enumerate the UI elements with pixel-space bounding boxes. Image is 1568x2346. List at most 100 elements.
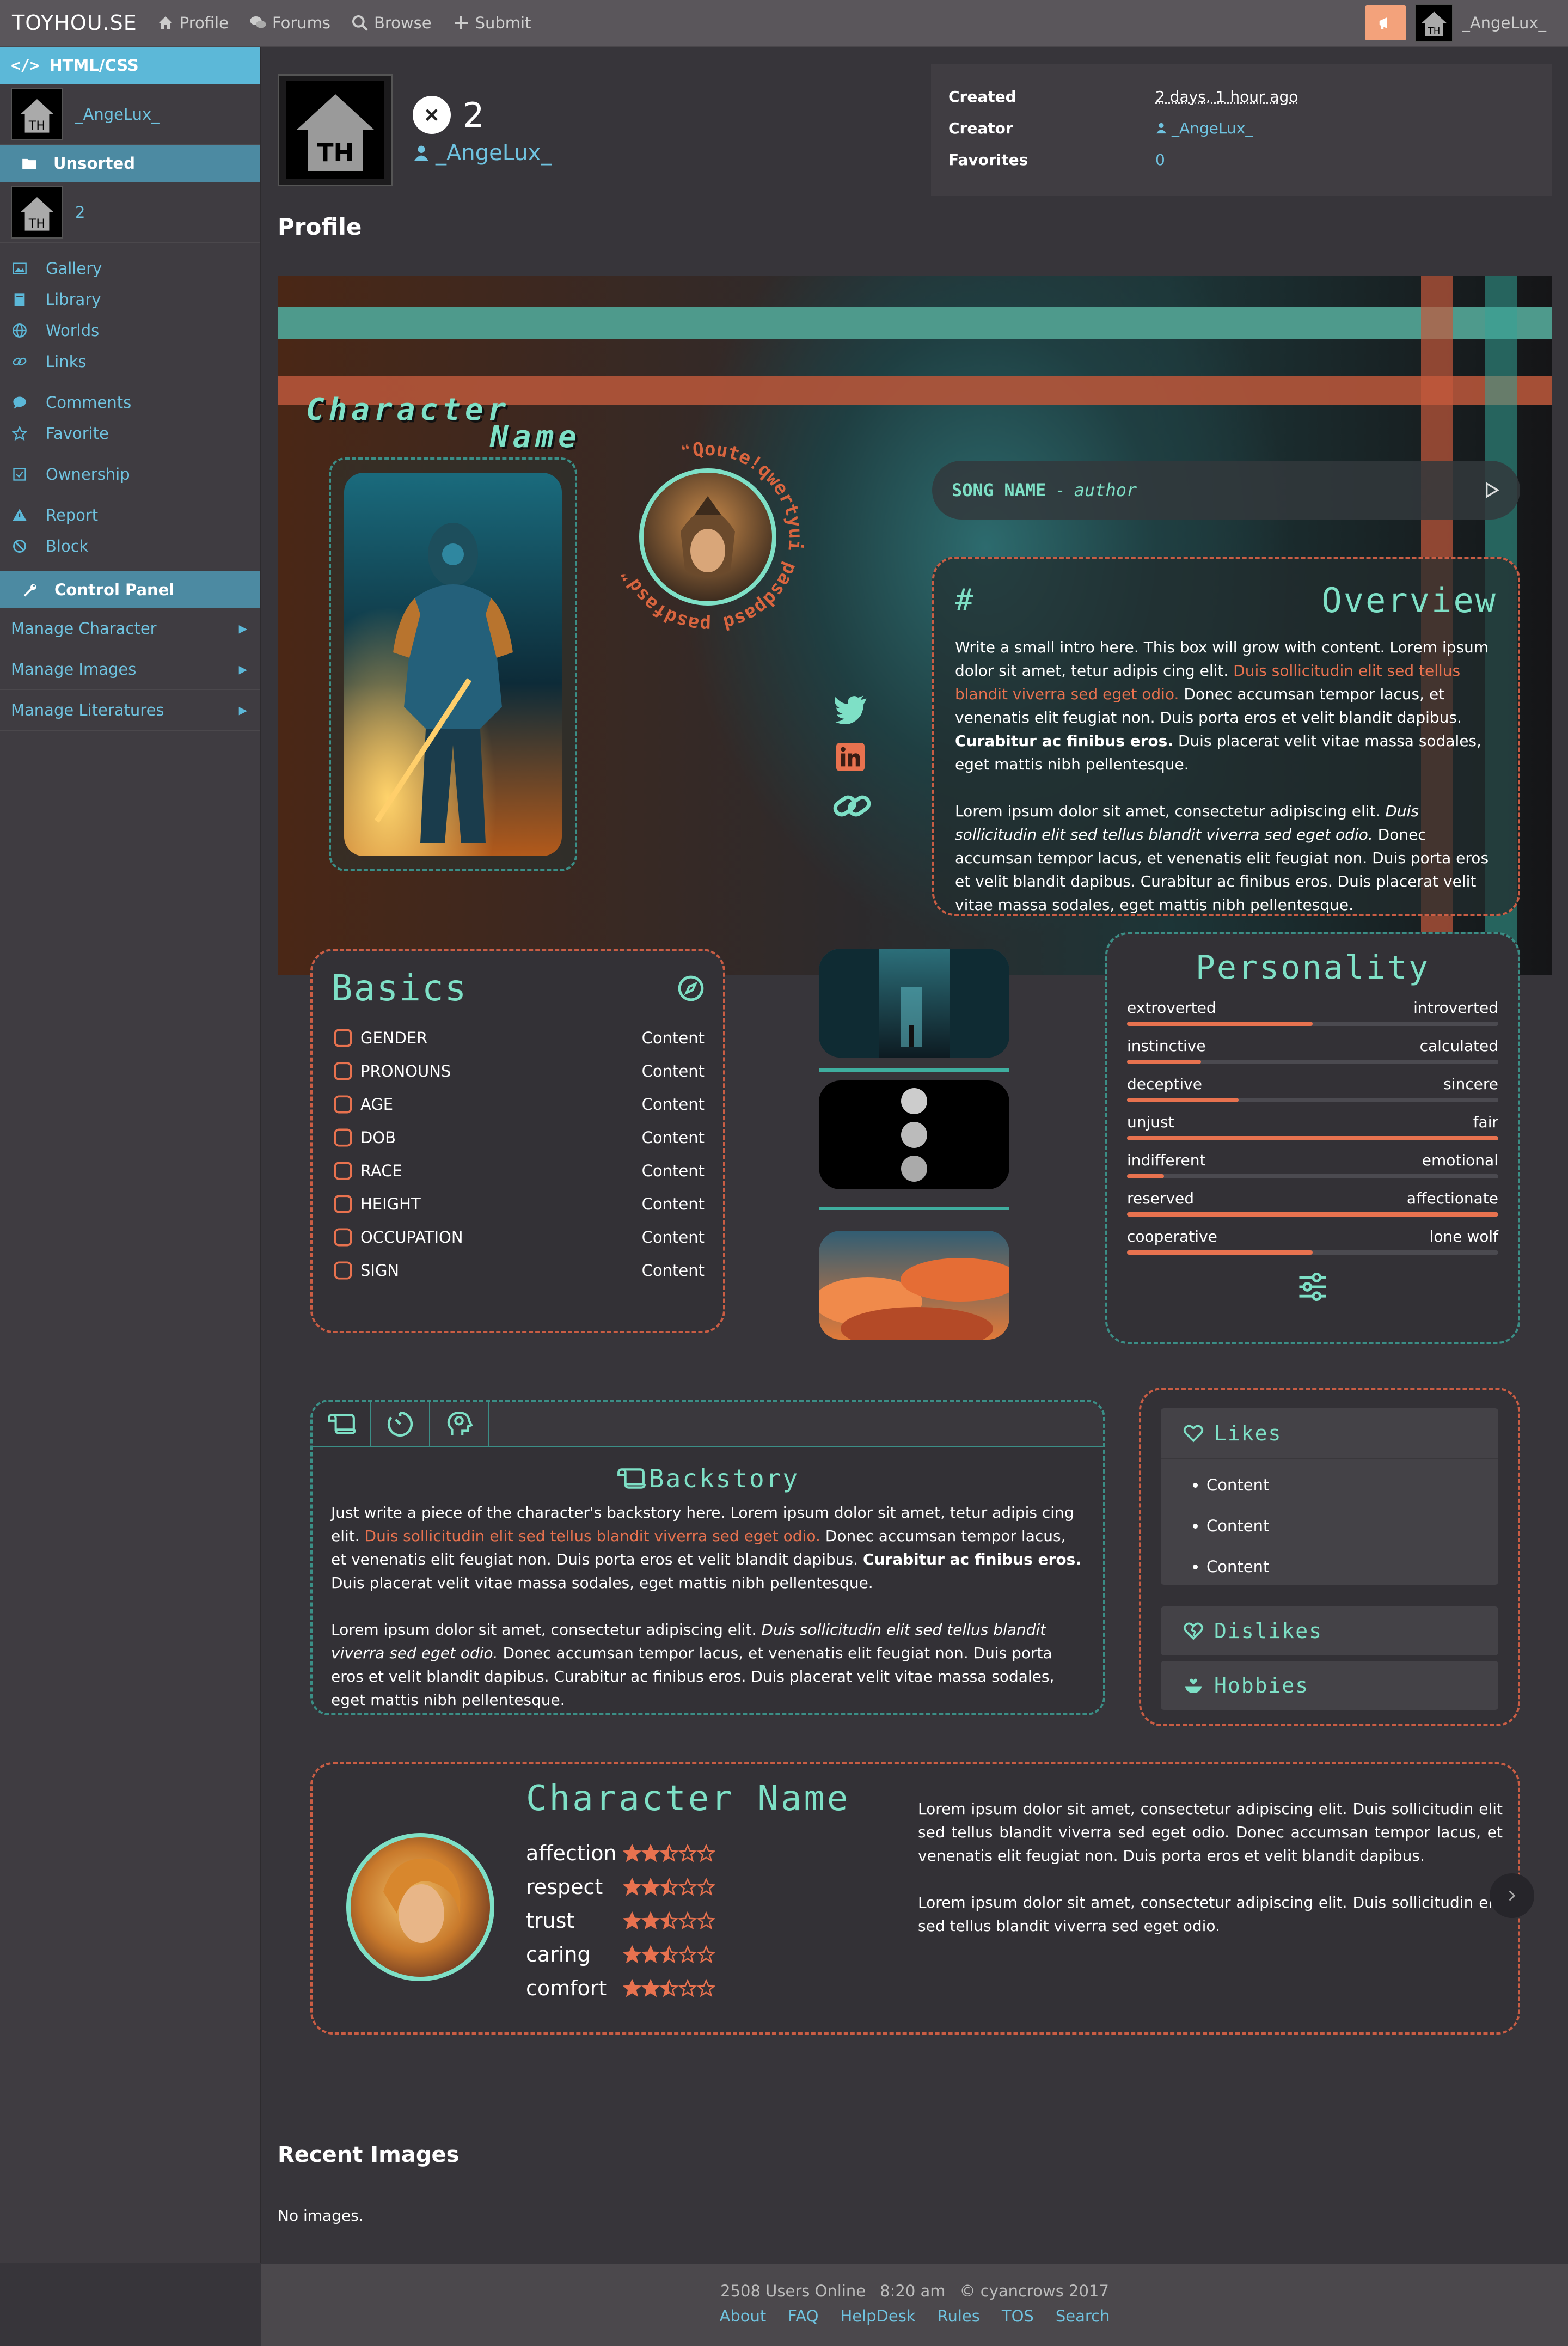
footer-link-search[interactable]: Search	[1056, 2307, 1110, 2325]
personality-row: unjust fair	[1127, 1113, 1498, 1151]
sidebar-item-links[interactable]: Links	[0, 346, 260, 377]
sidebar-item-library[interactable]: Library	[0, 284, 260, 315]
hourglass-icon	[334, 1162, 352, 1180]
megaphone-icon	[1380, 17, 1387, 29]
basics-label: GENDER	[360, 1028, 428, 1047]
sidebar-manage-images[interactable]: Manage Images ▶	[0, 649, 260, 690]
hobbies-header[interactable]: Hobbies	[1161, 1661, 1498, 1710]
user-avatar[interactable]: TH	[1415, 4, 1454, 42]
nav-browse[interactable]: Browse	[351, 14, 432, 32]
moon-phases-image[interactable]	[819, 1080, 1009, 1189]
created-label: Created	[948, 87, 1016, 106]
sidebar-folder-unsorted[interactable]: Unsorted	[0, 145, 260, 182]
basics-value: Content	[641, 1028, 705, 1047]
user-avatar: TH	[11, 88, 63, 140]
play-icon[interactable]	[1483, 481, 1500, 499]
caret-right-icon: ▶	[238, 704, 247, 717]
dislikes-title: Dislikes	[1214, 1619, 1323, 1643]
sidebar-control-panel-header[interactable]: Control Panel	[0, 571, 260, 608]
dislikes-header[interactable]: Dislikes	[1161, 1606, 1498, 1655]
profile-heading: Profile	[278, 213, 362, 240]
caret-right-icon: ▶	[238, 663, 247, 676]
footer-link-faq[interactable]: FAQ	[788, 2307, 818, 2325]
close-character-button[interactable]	[413, 96, 451, 134]
tab-brain[interactable]	[430, 1402, 489, 1446]
profile-canvas: Character Name ❝Qoute!qwertyui pasdpasd …	[278, 276, 1552, 978]
next-slide-button[interactable]	[1490, 1873, 1534, 1918]
city-alley-image[interactable]	[819, 949, 1009, 1058]
footer-link-rules[interactable]: Rules	[938, 2307, 980, 2325]
twitter-icon[interactable]	[834, 695, 868, 724]
tab-backstory[interactable]	[313, 1402, 371, 1446]
sidebar-item-comments[interactable]: Comments	[0, 387, 260, 418]
sidebar-username: _AngeLux_	[75, 105, 160, 124]
character-owner-link[interactable]: _AngeLux_	[413, 140, 552, 166]
footer-link-about[interactable]: About	[720, 2307, 767, 2325]
footer-link-helpdesk[interactable]: HelpDesk	[840, 2307, 915, 2325]
trait-bar	[1127, 1136, 1498, 1140]
tab-timeline[interactable]	[371, 1402, 430, 1446]
nav-forums[interactable]: Forums	[249, 14, 330, 32]
sidebar-manage-literatures[interactable]: Manage Literatures ▶	[0, 690, 260, 731]
sidebar-character[interactable]: TH 2	[0, 182, 260, 243]
nav-profile[interactable]: Profile	[157, 14, 229, 32]
comments-icon	[250, 16, 266, 28]
likes-item: Content	[1206, 1506, 1498, 1547]
sidebar-html-css-header[interactable]: </> HTML/CSS	[0, 47, 260, 84]
sidebar-item-report[interactable]: Report	[0, 499, 260, 530]
basics-label: HEIGHT	[360, 1194, 421, 1213]
basics-label: RACE	[360, 1161, 402, 1180]
trait-left: unjust	[1127, 1113, 1174, 1131]
rating-star-icon	[678, 1979, 697, 1997]
sidebar-item-block[interactable]: Block	[0, 530, 260, 561]
notifications-button[interactable]	[1365, 5, 1407, 40]
link-icon[interactable]	[833, 790, 871, 822]
character-avatar[interactable]: TH	[278, 74, 393, 186]
sidebar-item-favorite[interactable]: Favorite	[0, 418, 260, 449]
teal-stripe	[278, 307, 1552, 339]
favorites-value[interactable]: 0	[1155, 151, 1165, 169]
basics-row: OCCUPATION Content	[331, 1220, 705, 1254]
nav-submit[interactable]: Submit	[452, 14, 531, 32]
rating-star-icon	[697, 1878, 715, 1896]
likes-header[interactable]: Likes	[1161, 1408, 1498, 1459]
basics-value: Content	[641, 1128, 705, 1147]
user-icon	[1156, 123, 1167, 134]
relation-stat-row: trust	[526, 1904, 715, 1938]
ruler-icon	[334, 1195, 352, 1213]
toyhouse-avatar-icon: TH	[20, 99, 54, 133]
basics-row: AGE Content	[331, 1088, 705, 1121]
overview-paragraph-1: Write a small intro here. This box will …	[955, 638, 1489, 773]
svg-text:TH: TH	[28, 217, 46, 231]
personality-list: extroverted introverted instinctive calcula…	[1127, 999, 1498, 1266]
basics-value: Content	[641, 1261, 705, 1280]
topbar-username[interactable]: _AngeLux_	[1462, 14, 1546, 32]
sliders-icon[interactable]	[1296, 1272, 1329, 1302]
site-logo[interactable]: TOYHOU.SE	[12, 11, 137, 35]
footer-link-tos[interactable]: TOS	[1002, 2307, 1034, 2325]
linkedin-icon[interactable]	[836, 743, 865, 771]
basics-row: DOB Content	[331, 1121, 705, 1154]
sidebar-user[interactable]: TH _AngeLux_	[0, 84, 260, 145]
sidebar-item-ownership[interactable]: Ownership	[0, 459, 260, 490]
sunset-clouds-image[interactable]	[819, 1231, 1009, 1340]
scroll-icon	[328, 1414, 356, 1434]
creator-link[interactable]: _AngeLux_	[1155, 119, 1253, 137]
svg-text:TH: TH	[1428, 26, 1441, 36]
sidebar-manage-character[interactable]: Manage Character ▶	[0, 608, 260, 649]
sidebar-item-worlds[interactable]: Worlds	[0, 315, 260, 346]
basics-row: SIGN Content	[331, 1254, 705, 1287]
link-icon	[13, 357, 27, 365]
rating-star-icon	[623, 1945, 641, 1964]
relation-avatar-image[interactable]	[345, 1832, 495, 1982]
sidebar: </> HTML/CSS TH _AngeLux_ Unsorted TH 2 …	[0, 47, 261, 2263]
personality-row: cooperative lone wolf	[1127, 1227, 1498, 1266]
trait-bar-fill	[1127, 1174, 1165, 1178]
relation-stat-label: respect	[526, 1875, 603, 1899]
divider	[819, 1207, 1009, 1210]
canvas-title-line2: Name	[490, 419, 581, 455]
sidebar-item-gallery[interactable]: Gallery	[0, 253, 260, 284]
relation-paragraph-2: Lorem ipsum dolor sit amet, consectetur …	[918, 1893, 1503, 1935]
rating-star-icon	[623, 1911, 641, 1930]
knight-portrait-image[interactable]	[344, 473, 562, 856]
